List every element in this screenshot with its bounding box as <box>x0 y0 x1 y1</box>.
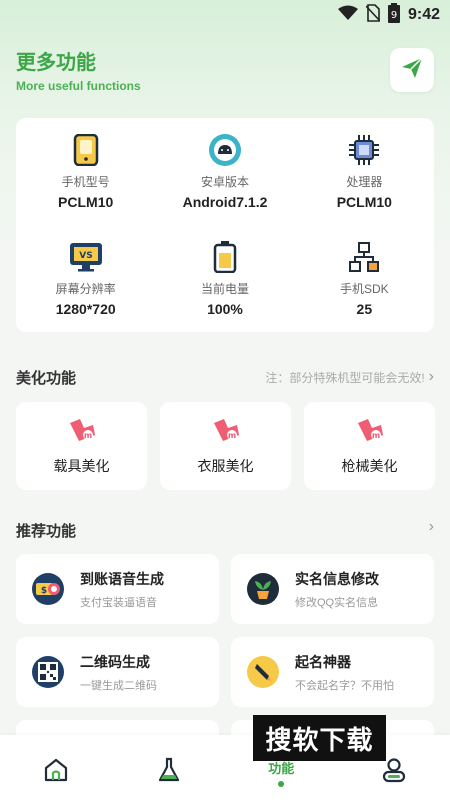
info-value: 1280*720 <box>55 301 116 317</box>
info-label: 处理器 <box>346 175 383 189</box>
pen-icon <box>247 656 279 688</box>
svg-text:m: m <box>227 431 235 440</box>
info-label: 手机型号 <box>61 175 110 189</box>
nav-functions[interactable]: 功能 <box>251 758 311 787</box>
info-label: 屏幕分辨率 <box>55 282 116 296</box>
info-android-version: 安卓版本 Android7.1.2 <box>155 118 294 225</box>
recommend-item-subtitle: 修改QQ实名信息 <box>295 596 379 609</box>
page-subtitle: More useful functions <box>16 79 141 93</box>
recommend-item-subtitle: 不会起名字？不用怕 <box>295 679 394 692</box>
wifi-icon <box>337 5 358 26</box>
beauty-item-label: 载具美化 <box>53 457 110 474</box>
device-info-card: 手机型号 PCLM10 安卓版本 Android7.1.2 处理器 PCLM10… <box>16 118 434 332</box>
recommend-item-realname[interactable]: 实名信息修改 修改QQ实名信息 <box>231 554 434 624</box>
svg-text:m: m <box>371 431 379 440</box>
recommend-item-naming[interactable]: 起名神器 不会起名字？不用怕 <box>231 637 434 707</box>
beauty-item-vehicle[interactable]: m 载具美化 <box>16 402 147 490</box>
send-icon <box>400 56 424 85</box>
beauty-note-text: 注：部分特殊机型可能会无效! <box>265 370 425 385</box>
beauty-item-weapon[interactable]: m 枪械美化 <box>304 402 435 490</box>
network-icon <box>347 240 381 274</box>
nav-active-dot <box>278 780 285 787</box>
info-label: 当前电量 <box>200 282 249 296</box>
phone-icon <box>69 133 103 167</box>
recommend-item-title: 到账语音生成 <box>80 570 164 587</box>
recommend-item-subtitle: 一键生成二维码 <box>80 679 157 692</box>
info-processor: 处理器 PCLM10 <box>295 118 434 225</box>
battery-status-icon: 9 <box>387 2 400 28</box>
status-time: 9:42 <box>407 6 440 23</box>
android-icon <box>208 133 242 167</box>
nav-lab[interactable] <box>139 757 199 788</box>
recommend-item-subtitle: 支付宝装逼语音 <box>80 596 157 609</box>
recommend-item-title: 起名神器 <box>295 653 351 670</box>
status-bar: 9 9:42 <box>0 0 450 30</box>
info-sdk: 手机SDK 25 <box>295 225 434 332</box>
recommend-item-voice[interactable]: $ 到账语音生成 支付宝装逼语音 <box>16 554 219 624</box>
share-button[interactable] <box>390 48 434 92</box>
chip-icon <box>347 133 381 167</box>
chevron-right-icon: › <box>428 368 434 385</box>
beauty-icon: m <box>355 417 385 448</box>
recommend-section-title: 推荐功能 <box>16 523 77 540</box>
info-value: Android7.1.2 <box>182 194 268 210</box>
info-phone-model: 手机型号 PCLM10 <box>16 118 155 225</box>
plant-icon <box>247 573 279 605</box>
beauty-item-clothes[interactable]: m 衣服美化 <box>160 402 291 490</box>
nav-profile[interactable] <box>364 757 424 788</box>
recommend-item-qrcode[interactable]: 二维码生成 一键生成二维码 <box>16 637 219 707</box>
voice-icon: $ <box>32 573 64 605</box>
beauty-section-note[interactable]: 注：部分特殊机型可能会无效! › <box>265 368 434 386</box>
qrcode-icon <box>32 656 64 688</box>
info-label: 安卓版本 <box>200 175 249 189</box>
watermark-badge: 搜软下载 <box>253 715 386 761</box>
recommend-more-button[interactable]: › <box>429 518 434 536</box>
no-sim-icon <box>365 3 381 27</box>
beauty-icon: m <box>211 417 241 448</box>
monitor-icon: VS <box>69 240 103 274</box>
info-value: PCLM10 <box>336 194 392 210</box>
beauty-item-label: 衣服美化 <box>197 457 254 474</box>
info-value: PCLM10 <box>58 194 114 210</box>
flask-icon <box>156 757 182 788</box>
recommend-item-title: 二维码生成 <box>80 653 150 670</box>
battery-level-label: 9 <box>391 10 397 21</box>
info-value: 100% <box>207 301 243 317</box>
page-header: 更多功能 More useful functions <box>16 50 141 93</box>
home-icon <box>43 757 69 788</box>
info-screen-resolution: VS 屏幕分辨率 1280*720 <box>16 225 155 332</box>
svg-text:m: m <box>83 431 91 440</box>
svg-text:$: $ <box>41 586 47 596</box>
beauty-item-label: 枪械美化 <box>341 457 398 474</box>
beauty-icon: m <box>67 417 97 448</box>
info-label: 手机SDK <box>339 282 389 296</box>
chevron-right-icon: › <box>428 518 434 535</box>
battery-icon <box>208 240 242 274</box>
svg-text:VS: VS <box>79 251 92 261</box>
page-title: 更多功能 <box>16 52 96 74</box>
user-icon <box>381 757 407 788</box>
nav-home[interactable] <box>26 757 86 788</box>
info-battery: 当前电量 100% <box>155 225 294 332</box>
info-value: 25 <box>356 301 373 317</box>
beauty-section-title: 美化功能 <box>16 370 77 387</box>
recommend-item-title: 实名信息修改 <box>295 570 379 587</box>
